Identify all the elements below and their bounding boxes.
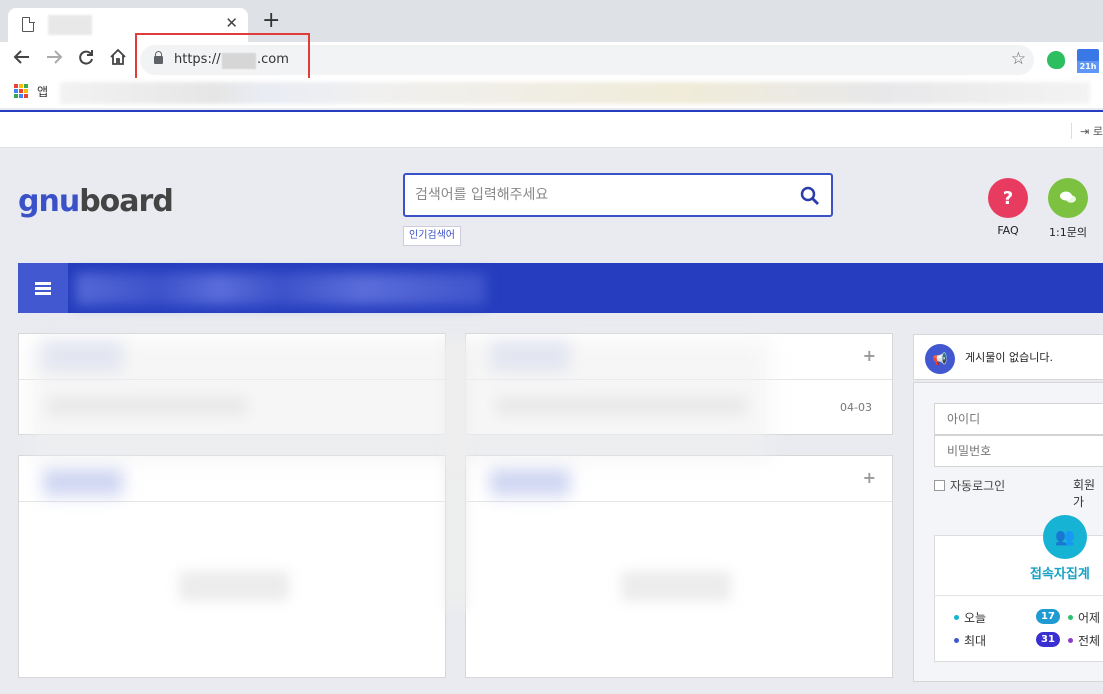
chat-icon (1048, 178, 1088, 218)
password-input[interactable] (934, 435, 1103, 467)
dot-icon (954, 638, 959, 643)
calendar-extension-icon[interactable]: 21h (1077, 49, 1099, 73)
login-label: 로 (1092, 125, 1103, 138)
stat-total: 전체 (1068, 632, 1100, 649)
notice-text: 게시물이 없습니다. (965, 351, 1053, 364)
new-tab-button[interactable]: + (262, 10, 280, 32)
redaction-column (446, 340, 466, 610)
empty-message-redacted (179, 571, 289, 601)
stats-divider (934, 595, 1103, 596)
stat-max: 최대 (954, 632, 986, 649)
apps-grid-icon[interactable] (14, 84, 28, 98)
post-date: 04-03 (840, 401, 872, 414)
site-logo[interactable]: gnuboard (18, 184, 174, 219)
main-navigation (18, 263, 1103, 313)
id-input[interactable] (934, 403, 1103, 435)
page-icon (22, 16, 35, 32)
stat-label: 전체 (1078, 634, 1101, 648)
apps-label[interactable]: 앱 (37, 83, 48, 100)
qa-label: 1:1문의 (1049, 226, 1087, 239)
question-icon: ? (988, 178, 1028, 218)
qa-link[interactable]: 1:1문의 (1038, 178, 1098, 240)
evernote-extension-icon[interactable] (1047, 51, 1065, 69)
tab-title-redacted (48, 15, 92, 35)
users-icon: 👥 (1043, 515, 1087, 559)
faq-link[interactable]: ? FAQ (978, 178, 1038, 237)
stats-title: 접속자집계 (1030, 567, 1090, 582)
more-plus-icon[interactable]: + (863, 468, 876, 487)
auto-login-checkbox[interactable]: 자동로그인 (934, 477, 1005, 494)
home-icon[interactable] (106, 48, 130, 72)
faq-label: FAQ (997, 224, 1019, 237)
megaphone-icon: 📢 (925, 344, 955, 374)
checkbox-icon (934, 480, 945, 491)
latest-panel-3 (18, 455, 446, 678)
auto-login-label: 자동로그인 (950, 479, 1006, 493)
stat-label: 어제 (1078, 611, 1101, 625)
stat-today: 오늘 (954, 609, 986, 626)
back-icon[interactable] (10, 48, 34, 72)
forward-icon[interactable] (42, 48, 66, 72)
search-input[interactable] (415, 185, 775, 205)
logo-part-gnu: gnu (18, 184, 80, 219)
stat-yesterday: 어제 (1068, 609, 1100, 626)
dot-icon (954, 615, 959, 620)
panel-title-redacted (490, 468, 570, 496)
stat-max-value: 31 (1036, 632, 1060, 647)
latest-panel-4: + (465, 455, 893, 678)
redaction-overlay (30, 340, 770, 460)
reload-icon[interactable] (74, 48, 98, 72)
logo-part-board: board (79, 184, 174, 219)
nav-items-redacted (76, 273, 486, 305)
notice-box: 📢 게시물이 없습니다. (913, 334, 1103, 380)
join-link[interactable]: 회원가 (1073, 476, 1103, 510)
stat-today-value: 17 (1036, 609, 1060, 624)
bookmarks-redacted (60, 82, 1090, 104)
stat-label: 오늘 (964, 611, 987, 625)
site-top-bar: ⇥ 로 (0, 110, 1103, 148)
bookmark-star-icon[interactable]: ☆ (1011, 49, 1026, 69)
popular-search-button[interactable]: 인기검색어 (403, 226, 461, 246)
stat-label: 최대 (964, 634, 987, 648)
search-icon[interactable] (799, 185, 821, 207)
more-plus-icon[interactable]: + (863, 346, 876, 365)
empty-message-redacted (621, 571, 731, 601)
close-tab-icon[interactable]: ✕ (225, 14, 238, 32)
dot-icon (1068, 638, 1073, 643)
dot-icon (1068, 615, 1073, 620)
menu-hamburger-icon[interactable] (18, 263, 68, 313)
panel-title-redacted (43, 468, 123, 496)
login-link[interactable]: ⇥ 로 (1071, 123, 1103, 139)
search-box (403, 173, 833, 217)
